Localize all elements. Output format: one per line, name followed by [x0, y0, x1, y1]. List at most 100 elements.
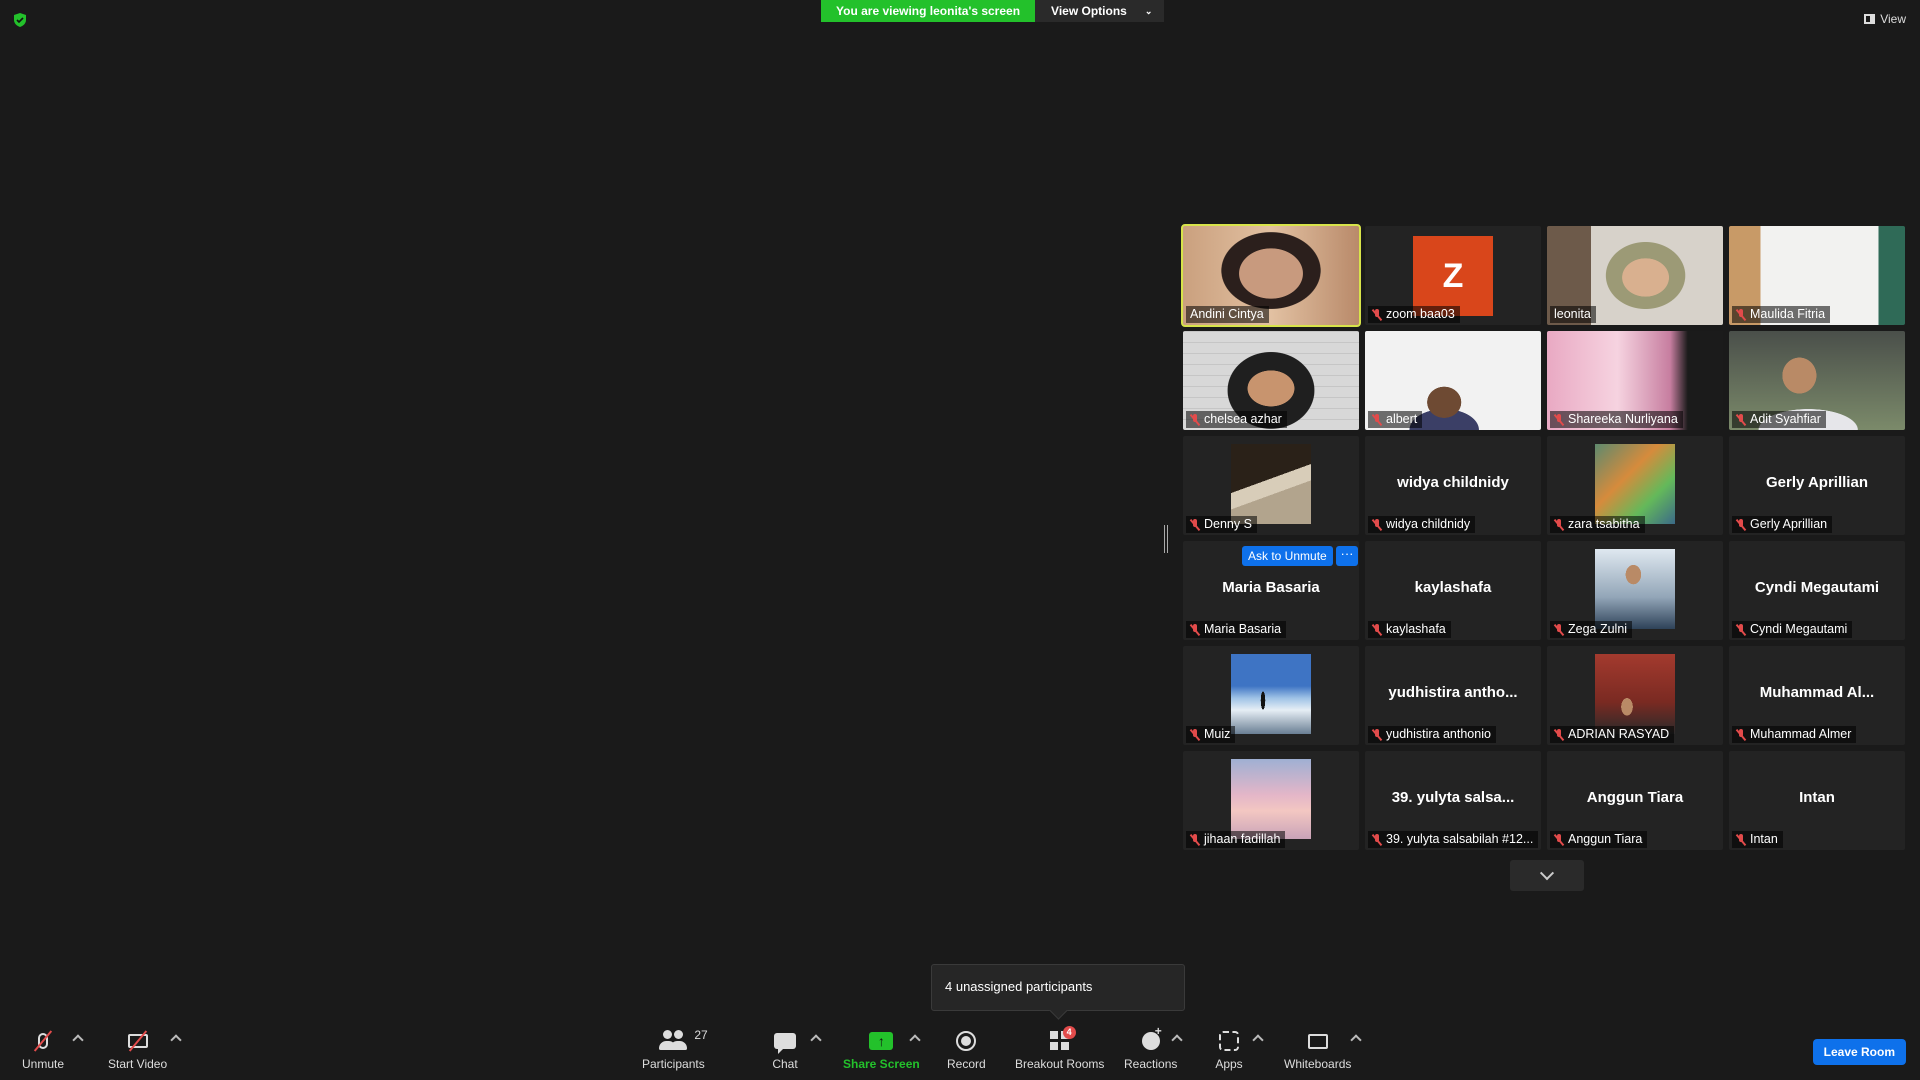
audio-options-caret[interactable] — [72, 1034, 84, 1046]
participant-tile[interactable]: Anggun Tiara Anggun Tiara — [1547, 751, 1723, 850]
participants-count: 27 — [694, 1028, 708, 1042]
participant-name: Zega Zulni — [1568, 622, 1628, 636]
microphone-muted-icon — [1554, 413, 1564, 426]
participant-tile[interactable]: 39. yulyta salsa... 39. yulyta salsabilah… — [1365, 751, 1541, 850]
microphone-muted-icon — [1736, 413, 1746, 426]
participant-name-label: Gerly Aprillian — [1732, 516, 1833, 533]
participant-tile[interactable]: albert — [1365, 331, 1541, 430]
microphone-muted-icon — [1736, 728, 1746, 741]
participant-name: Cyndi Megautami — [1750, 622, 1848, 636]
record-button[interactable]: Record — [947, 1028, 986, 1071]
participant-video — [1595, 654, 1675, 734]
participant-name: widya childnidy — [1386, 517, 1471, 531]
participant-tile[interactable]: Adit Syahfiar — [1729, 331, 1905, 430]
reactions-button[interactable]: Reactions — [1124, 1024, 1177, 1071]
microphone-muted-icon — [1372, 413, 1382, 426]
start-video-button[interactable]: Start Video — [108, 1028, 167, 1071]
participant-tile[interactable]: Cyndi Megautami Cyndi Megautami — [1729, 541, 1905, 640]
participant-name-label: Shareeka Nurliyana — [1550, 411, 1683, 428]
microphone-muted-icon — [1190, 413, 1200, 426]
meeting-toolbar: Unmute Start Video 27 Participants Chat … — [0, 1020, 1920, 1080]
participant-tile[interactable]: Intan Intan — [1729, 751, 1905, 850]
participant-display-name: kaylashafa — [1414, 579, 1492, 596]
panel-resize-handle[interactable] — [1164, 525, 1168, 553]
participants-label: Participants — [642, 1057, 705, 1071]
ask-to-unmute-button[interactable]: Ask to Unmute — [1242, 546, 1333, 566]
breakout-rooms-badge: 4 — [1062, 1026, 1076, 1039]
microphone-muted-icon — [1190, 833, 1200, 846]
chat-button[interactable]: Chat — [770, 1028, 800, 1071]
chevron-down-icon — [1539, 865, 1555, 880]
participant-tile[interactable]: Andini Cintya — [1181, 224, 1361, 327]
participant-name-label: leonita — [1550, 306, 1596, 323]
microphone-muted-icon — [1736, 833, 1746, 846]
whiteboards-button[interactable]: Whiteboards — [1284, 1028, 1351, 1071]
breakout-rooms-button[interactable]: 4 Breakout Rooms — [1015, 1026, 1104, 1071]
participant-tile[interactable]: kaylashafa kaylashafa — [1365, 541, 1541, 640]
participant-display-name: yudhistira antho... — [1388, 684, 1518, 701]
view-label: View — [1880, 12, 1906, 26]
participant-tile[interactable]: Shareeka Nurliyana — [1547, 331, 1723, 430]
share-screen-icon: ↑ — [866, 1028, 896, 1054]
participant-tile[interactable]: Muiz — [1183, 646, 1359, 745]
participant-tile[interactable]: yudhistira antho... yudhistira anthonio — [1365, 646, 1541, 745]
gallery-next-page-button[interactable] — [1510, 860, 1584, 891]
participant-tile[interactable]: chelsea azhar — [1183, 331, 1359, 430]
record-label: Record — [947, 1057, 986, 1071]
participant-name: zoom baa03 — [1386, 307, 1455, 321]
microphone-muted-icon — [1190, 728, 1200, 741]
avatar: Z — [1413, 236, 1493, 316]
participant-name-label: Muiz — [1186, 726, 1236, 743]
participant-name-label: yudhistira anthonio — [1368, 726, 1496, 743]
unassigned-participants-text: 4 unassigned participants — [945, 979, 1093, 994]
participant-name: albert — [1386, 412, 1418, 426]
microphone-muted-icon — [1736, 308, 1746, 321]
participants-button[interactable]: 27 Participants — [642, 1028, 708, 1071]
unmute-button[interactable]: Unmute — [22, 1028, 64, 1071]
microphone-muted-icon — [1372, 833, 1382, 846]
participant-tile[interactable]: Zzoom baa03 — [1365, 226, 1541, 325]
participant-name-label: 39. yulyta salsabilah #12... — [1368, 831, 1538, 848]
participant-name: yudhistira anthonio — [1386, 727, 1491, 741]
participant-tile[interactable]: widya childnidy widya childnidy — [1365, 436, 1541, 535]
view-options-button[interactable]: View Options ⌄ — [1035, 0, 1165, 22]
participant-name-label: Zega Zulni — [1550, 621, 1633, 638]
participant-name: Anggun Tiara — [1568, 832, 1643, 846]
participant-name-label: Muhammad Almer — [1732, 726, 1857, 743]
participant-display-name: Intan — [1799, 789, 1835, 806]
participant-tile[interactable]: ADRIAN RASYAD — [1547, 646, 1723, 745]
participant-name: Maria Basaria — [1204, 622, 1282, 636]
participant-tile[interactable]: leonita — [1547, 226, 1723, 325]
participant-tile[interactable]: Denny S — [1183, 436, 1359, 535]
participant-name-label: ADRIAN RASYAD — [1550, 726, 1675, 743]
participant-display-name: Gerly Aprillian — [1766, 474, 1868, 491]
share-screen-button[interactable]: ↑ Share Screen — [843, 1028, 920, 1071]
apps-options-caret[interactable] — [1252, 1034, 1264, 1046]
participant-tile[interactable]: jihaan fadillah — [1183, 751, 1359, 850]
more-options-button[interactable]: ··· — [1336, 546, 1358, 566]
chat-options-caret[interactable] — [810, 1034, 822, 1046]
participant-name-label: zara tsabitha — [1550, 516, 1645, 533]
chat-icon — [770, 1028, 800, 1054]
participant-tile[interactable]: Gerly Aprillian Gerly Aprillian — [1729, 436, 1905, 535]
chevron-down-icon: ⌄ — [1144, 6, 1153, 16]
apps-button[interactable]: Apps — [1214, 1028, 1244, 1071]
participant-name: kaylashafa — [1386, 622, 1446, 636]
video-options-caret[interactable] — [170, 1034, 182, 1046]
reactions-icon — [1136, 1024, 1166, 1054]
apps-label: Apps — [1215, 1057, 1243, 1071]
view-options-label: View Options — [1051, 4, 1127, 18]
view-layout-button[interactable]: View — [1864, 12, 1906, 26]
participant-tile[interactable]: Muhammad Al... Muhammad Almer — [1729, 646, 1905, 745]
apps-icon — [1214, 1028, 1244, 1054]
whiteboards-options-caret[interactable] — [1350, 1034, 1362, 1046]
leave-room-button[interactable]: Leave Room — [1812, 1039, 1906, 1065]
participant-name-label: kaylashafa — [1368, 621, 1451, 638]
participant-tile[interactable]: Maulida Fitria — [1729, 226, 1905, 325]
security-shield-icon[interactable] — [12, 12, 28, 28]
layout-icon — [1864, 14, 1876, 24]
participant-name-label: Maria Basaria — [1186, 621, 1287, 638]
participant-name: Andini Cintya — [1190, 307, 1264, 321]
participant-tile[interactable]: zara tsabitha — [1547, 436, 1723, 535]
participant-tile[interactable]: Zega Zulni — [1547, 541, 1723, 640]
